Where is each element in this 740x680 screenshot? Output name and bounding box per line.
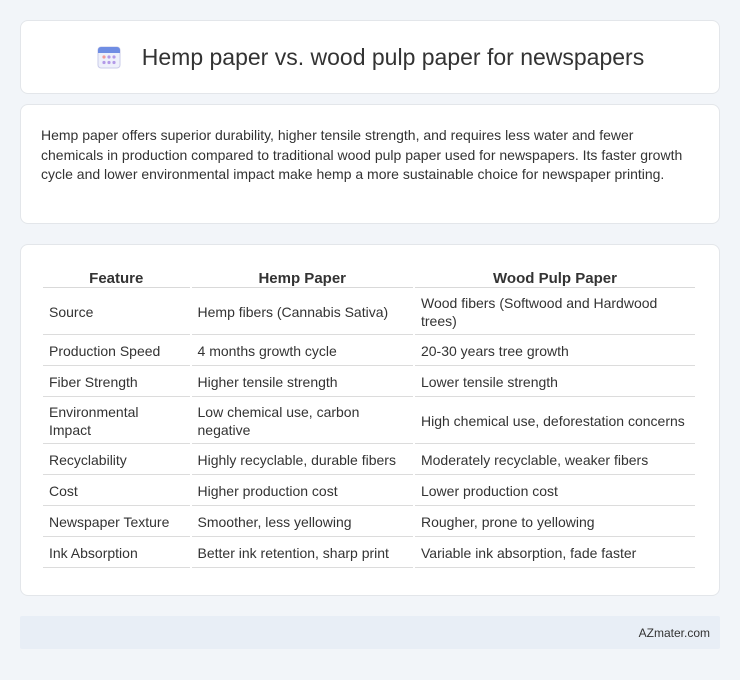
hemp-cell: Higher tensile strength — [191, 368, 413, 397]
table-row: Ink Absorption Better ink retention, sha… — [43, 539, 695, 568]
hemp-cell: Low chemical use, carbon negative — [191, 399, 413, 444]
table-row: Cost Higher production cost Lower produc… — [43, 477, 695, 506]
hemp-cell: 4 months growth cycle — [191, 337, 413, 366]
hemp-cell: Smoother, less yellowing — [191, 508, 413, 537]
header-feature: Feature — [43, 268, 190, 288]
header-hemp-paper: Hemp Paper — [191, 268, 413, 288]
wood-cell: High chemical use, deforestation concern… — [414, 399, 695, 444]
intro-card: Hemp paper offers superior durability, h… — [20, 104, 720, 224]
feature-cell: Environmental Impact — [43, 399, 190, 444]
feature-cell: Newspaper Texture — [43, 508, 190, 537]
page-title: Hemp paper vs. wood pulp paper for newsp… — [141, 43, 645, 70]
feature-cell: Production Speed — [43, 337, 190, 366]
wood-cell: Moderately recyclable, weaker fibers — [414, 446, 695, 475]
hemp-cell: Highly recyclable, durable fibers — [191, 446, 413, 475]
footer: AZmater.com — [20, 616, 720, 649]
title-wrap: Hemp paper vs. wood pulp paper for newsp… — [96, 44, 644, 71]
title-card: Hemp paper vs. wood pulp paper for newsp… — [20, 20, 720, 94]
hemp-cell: Better ink retention, sharp print — [191, 539, 413, 568]
feature-cell: Fiber Strength — [43, 368, 190, 397]
feature-cell: Cost — [43, 477, 190, 506]
table-row: Newspaper Texture Smoother, less yellowi… — [43, 508, 695, 537]
table-header-row: Feature Hemp Paper Wood Pulp Paper — [43, 268, 695, 288]
table-row: Environmental Impact Low chemical use, c… — [43, 399, 695, 444]
table-row: Fiber Strength Higher tensile strength L… — [43, 368, 695, 397]
footer-site-name: AZmater.com — [638, 625, 710, 640]
header-wood-pulp-paper: Wood Pulp Paper — [414, 268, 695, 288]
calendar-icon — [97, 46, 121, 69]
hemp-cell: Higher production cost — [191, 477, 413, 506]
comparison-table: Feature Hemp Paper Wood Pulp Paper Sourc… — [41, 266, 697, 570]
wood-cell: Wood fibers (Softwood and Hardwood trees… — [414, 290, 695, 335]
feature-cell: Source — [43, 290, 190, 335]
table-row: Production Speed 4 months growth cycle 2… — [43, 337, 695, 366]
table-row: Source Hemp fibers (Cannabis Sativa) Woo… — [43, 290, 695, 335]
wood-cell: Lower tensile strength — [414, 368, 695, 397]
table-row: Recyclability Highly recyclable, durable… — [43, 446, 695, 475]
feature-cell: Recyclability — [43, 446, 190, 475]
table-card: Feature Hemp Paper Wood Pulp Paper Sourc… — [20, 244, 720, 596]
wood-cell: Lower production cost — [414, 477, 695, 506]
wood-cell: Variable ink absorption, fade faster — [414, 539, 695, 568]
wood-cell: Rougher, prone to yellowing — [414, 508, 695, 537]
feature-cell: Ink Absorption — [43, 539, 190, 568]
wood-cell: 20-30 years tree growth — [414, 337, 695, 366]
hemp-cell: Hemp fibers (Cannabis Sativa) — [191, 290, 413, 335]
intro-text: Hemp paper offers superior durability, h… — [41, 127, 683, 182]
